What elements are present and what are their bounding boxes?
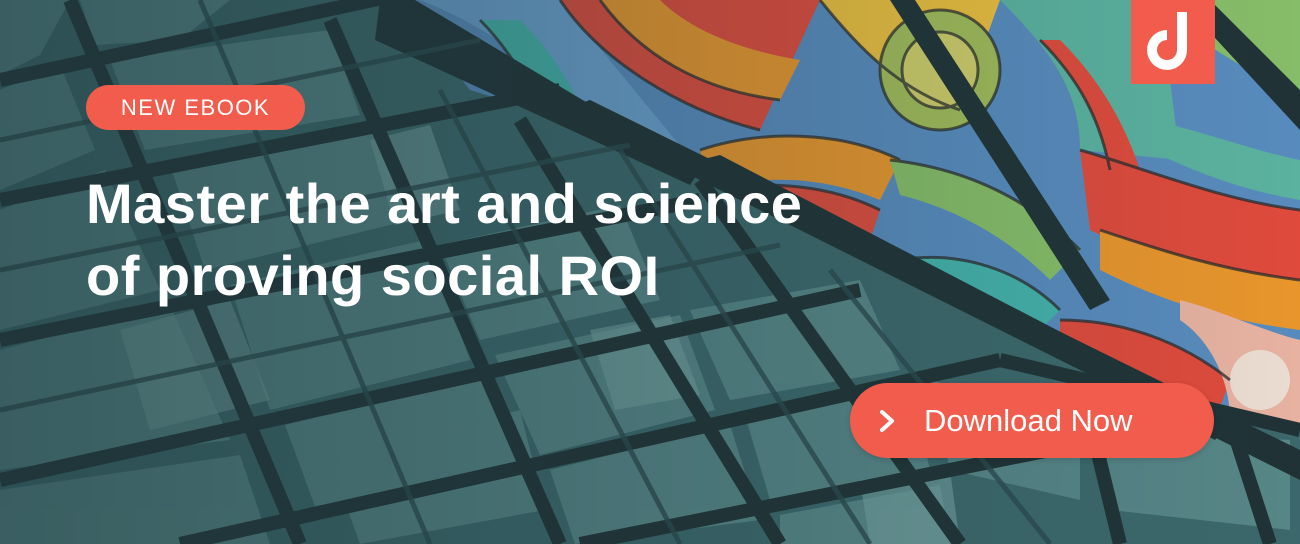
headline: Master the art and science of proving so… <box>86 168 1016 312</box>
download-now-label: Download Now <box>924 403 1133 438</box>
download-now-button[interactable]: Download Now <box>850 383 1214 458</box>
headline-line-2: of proving social ROI <box>86 244 660 307</box>
chevron-right-icon <box>880 410 894 432</box>
brand-logo[interactable] <box>1131 0 1215 84</box>
ebook-banner: NEW EBOOK Master the art and science of … <box>0 0 1300 544</box>
new-ebook-badge: NEW EBOOK <box>86 85 305 130</box>
brand-logo-icon <box>1147 12 1187 70</box>
headline-line-1: Master the art and science <box>86 172 803 235</box>
